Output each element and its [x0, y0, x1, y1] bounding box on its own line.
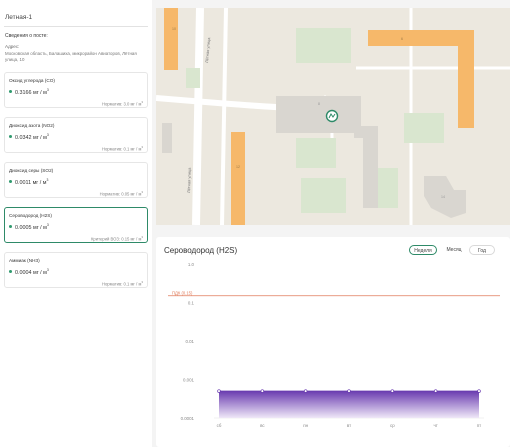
map-canvas[interactable]: Лётная улица Лётная улица 10 6 8 12 14 [156, 8, 510, 225]
map[interactable]: Лётная улица Лётная улица 10 6 8 12 14 [156, 8, 510, 225]
substance-card[interactable]: Аммиак (NH3) 0.0004 мг / м3 Норматив: 0.1 … [4, 252, 148, 288]
building-number: 10 [172, 27, 176, 31]
substance-norm: Норматив: 0.05 мг / м3 [99, 190, 143, 197]
series-area [219, 391, 479, 418]
substance-value: 0.0011 мг / м3 [15, 177, 49, 186]
status-dot-icon [9, 90, 12, 93]
divider [4, 26, 148, 27]
data-point [347, 389, 351, 393]
status-dot-icon [9, 180, 12, 183]
substance-card[interactable]: Сероводород (H2S) 0.0005 мг / м3 Критерий … [4, 207, 148, 243]
address-text: Московская область, Балашиха, микрорайон… [5, 51, 137, 62]
sidebar: Летная-1 Сведения о посте: Адрес: Москов… [0, 0, 152, 447]
x-tick-label: вт [347, 423, 351, 428]
x-tick-label: чт [434, 423, 438, 428]
status-dot-icon [9, 225, 12, 228]
building-number: 14 [441, 195, 445, 199]
y-tick-label: 0.1 [188, 301, 195, 306]
x-tick-label: пт [477, 423, 481, 428]
substance-value: 0.0005 мг / м3 [15, 222, 49, 231]
y-tick-label: 1.0 [188, 262, 195, 267]
substance-value: 0.0004 мг / м3 [15, 267, 49, 276]
substance-name: Аммиак (NH3) [9, 258, 40, 263]
substance-norm: Норматив: 3.0 мг / м3 [101, 100, 143, 107]
substance-name: Оксид углерода (CO) [9, 78, 55, 83]
x-tick-label: пн [303, 423, 308, 428]
substance-value: 0.0342 мг / м3 [15, 132, 49, 141]
street-label: Лётная улица [186, 167, 192, 193]
substance-card[interactable]: Диоксид азота (NO2) 0.0342 мг / м3 Нормати… [4, 117, 148, 153]
building-number: 6 [401, 37, 403, 41]
substance-value: 0.3166 мг / м3 [15, 87, 49, 96]
y-tick-label: 0.001 [183, 378, 195, 383]
x-tick-label: сб [217, 423, 222, 428]
data-point [477, 389, 481, 393]
building-number: 12 [236, 165, 240, 169]
info-heading: Сведения о посте: [5, 33, 48, 39]
data-point [217, 389, 221, 393]
substance-name: Диоксид серы (SO2) [9, 168, 54, 173]
y-tick-label: 0.01 [185, 339, 194, 344]
x-tick-label: ср [390, 423, 395, 428]
substance-norm: Норматив: 0.1 мг / м3 [101, 145, 143, 152]
data-point [303, 389, 308, 393]
substance-norm: Критерий ВОЗ: 0.15 мг / м3 [90, 235, 143, 242]
chart-plot: 1.0 0.1 0.01 0.001 0.0001 ПДК (0.15) сб вс пн вт с… [168, 262, 500, 428]
substance-norm: Норматив: 0.1 мг / м3 [101, 280, 143, 287]
status-dot-icon [9, 135, 12, 138]
address-label: Адрес: [5, 44, 20, 49]
substance-name: Диоксид азота (NO2) [9, 123, 55, 128]
data-point [390, 389, 395, 393]
station-marker-icon[interactable] [325, 109, 339, 123]
post-title: Летная-1 [5, 14, 33, 21]
building-number: 8 [318, 102, 320, 106]
reference-label: ПДК (0.15) [172, 291, 193, 296]
data-point [433, 389, 438, 393]
status-dot-icon [9, 270, 12, 273]
chart-panel: Сероводород (H2S) Неделя Месяц Год 1.0 0.… [156, 237, 510, 447]
data-point [260, 389, 265, 393]
y-tick-label: 0.0001 [181, 416, 195, 421]
substance-name: Сероводород (H2S) [9, 213, 52, 218]
substance-card[interactable]: Оксид углерода (CO) 0.3166 мг / м3 Нормати… [4, 72, 148, 108]
substance-card[interactable]: Диоксид серы (SO2) 0.0011 мг / м3 Норматив… [4, 162, 148, 198]
x-tick-label: вс [260, 423, 265, 428]
